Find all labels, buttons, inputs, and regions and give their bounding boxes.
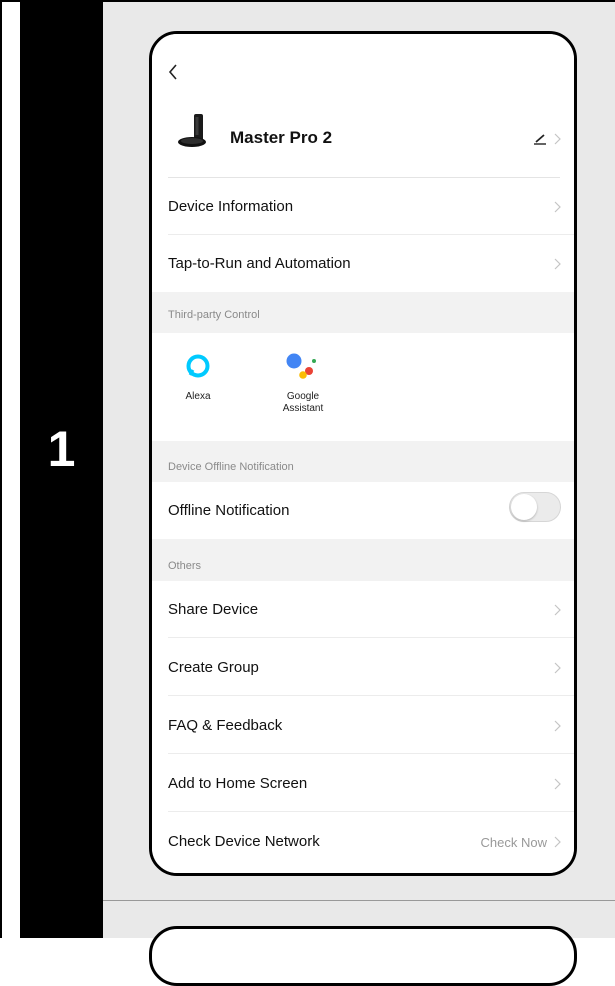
device-information-row[interactable]: Device Information — [152, 178, 574, 235]
alexa-label: Alexa — [185, 391, 211, 402]
others-section-header: Others — [168, 560, 202, 572]
next-phone-screen — [149, 926, 577, 986]
toggle-knob — [511, 494, 537, 520]
back-chevron-icon[interactable] — [166, 62, 180, 82]
add-to-home-screen-row[interactable]: Add to Home Screen — [152, 754, 574, 812]
device-name: Master Pro 2 — [230, 128, 333, 147]
chevron-right-icon — [554, 778, 561, 790]
alexa-service[interactable]: Alexa — [171, 353, 225, 403]
chevron-right-icon — [554, 604, 561, 616]
third-party-control-panel: Alexa Google Assistant — [152, 333, 574, 441]
edit-pencil-icon[interactable] — [533, 131, 563, 147]
chevron-right-icon — [554, 662, 561, 674]
check-device-network-row[interactable]: Check Device Network Check Now — [152, 812, 574, 873]
share-device-row[interactable]: Share Device — [152, 581, 574, 638]
device-header — [152, 34, 574, 180]
offline-notification-label: Offline Notification — [168, 502, 290, 519]
create-group-row[interactable]: Create Group — [152, 638, 574, 696]
left-border — [0, 0, 2, 938]
offline-notification-row: Offline Notification — [152, 482, 574, 539]
offline-section-header: Device Offline Notification — [168, 461, 294, 473]
robot-vacuum-icon — [178, 114, 206, 147]
tap-to-run-label: Tap-to-Run and Automation — [168, 255, 351, 272]
chevron-right-icon — [554, 201, 561, 213]
google-label-line1: Google — [286, 391, 320, 402]
manual-step-frame: 1 Master Pro 2 Device Information Tap-to… — [0, 0, 615, 986]
faq-feedback-label: FAQ & Feedback — [168, 717, 283, 734]
third-party-section-header: Third-party Control — [168, 309, 260, 321]
google-assistant-icon — [286, 353, 316, 379]
chevron-right-icon — [554, 720, 561, 732]
phone-screen: Master Pro 2 Device Information Tap-to-R… — [149, 31, 577, 876]
alexa-icon — [186, 354, 210, 378]
check-now-link[interactable]: Check Now — [481, 835, 547, 850]
share-device-label: Share Device — [168, 601, 259, 618]
offline-notification-toggle[interactable] — [509, 492, 561, 522]
device-information-label: Device Information — [168, 198, 294, 215]
google-assistant-service[interactable]: Google Assistant — [272, 353, 334, 415]
add-to-home-screen-label: Add to Home Screen — [168, 775, 308, 792]
google-label-line2: Assistant — [282, 403, 324, 414]
chevron-right-icon — [554, 258, 561, 270]
create-group-label: Create Group — [168, 659, 259, 676]
chevron-right-icon — [554, 836, 561, 848]
step-number: 1 — [47, 421, 76, 477]
tap-to-run-row[interactable]: Tap-to-Run and Automation — [152, 235, 574, 292]
faq-feedback-row[interactable]: FAQ & Feedback — [152, 696, 574, 754]
check-device-network-label: Check Device Network — [168, 833, 320, 850]
